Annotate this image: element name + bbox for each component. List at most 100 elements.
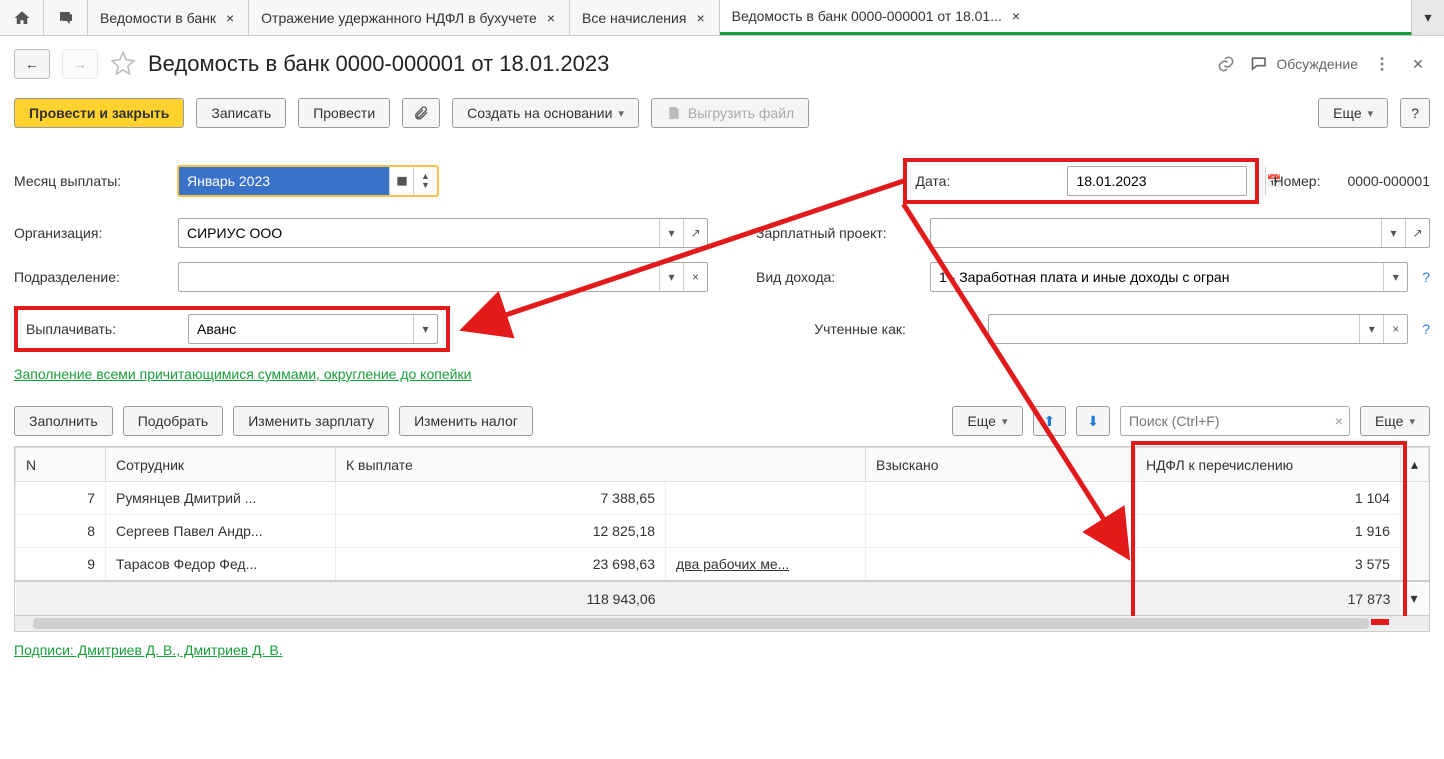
chevron-down-icon: ▾ — [618, 107, 624, 120]
table-row[interactable]: 8 Сергеев Павел Андр... 12 825,18 1 916 — [16, 515, 1429, 548]
more-button[interactable]: Еще▾ — [1318, 98, 1388, 128]
signatures-link[interactable]: Подписи: Дмитриев Д. В., Дмитриев Д. В. — [14, 642, 283, 658]
search-box[interactable]: × — [1120, 406, 1350, 436]
table-row[interactable]: 7 Румянцев Дмитрий ... 7 388,65 1 104 — [16, 482, 1429, 515]
date-input[interactable] — [1068, 167, 1265, 195]
tab-vedomosti[interactable]: Ведомости в банк × — [88, 0, 249, 35]
pay-field[interactable]: ▾ — [188, 314, 438, 344]
tab-label: Отражение удержанного НДФЛ в бухучете — [261, 10, 537, 26]
scrollbar-thumb[interactable] — [33, 618, 1369, 629]
chevron-down-icon[interactable]: ▾ — [1359, 315, 1383, 343]
chevron-down-icon[interactable]: ▾ — [413, 315, 437, 343]
division-input[interactable] — [179, 263, 659, 291]
pay-highlight: Выплачивать: ▾ — [14, 306, 450, 352]
scroll-track[interactable] — [1400, 482, 1428, 582]
col-ndfl[interactable]: НДФЛ к перечислению — [1136, 448, 1401, 482]
nav-forward-button: → — [62, 49, 98, 79]
chevron-down-icon[interactable]: ▾ — [1381, 219, 1405, 247]
discuss-button[interactable]: Обсуждение — [1250, 54, 1358, 74]
calendar-icon[interactable] — [389, 167, 413, 195]
chevron-down-icon: ▾ — [1409, 415, 1415, 428]
table-row[interactable]: 9 Тарасов Федор Фед... 23 698,63 два раб… — [16, 548, 1429, 582]
month-stepper[interactable]: ▲▼ — [413, 167, 437, 195]
salary-project-input[interactable] — [931, 219, 1381, 247]
post-button[interactable]: Провести — [298, 98, 390, 128]
pick-button[interactable]: Подобрать — [123, 406, 224, 436]
open-icon[interactable]: ↗ — [683, 219, 707, 247]
close-icon[interactable]: × — [694, 10, 706, 26]
tab-label: Все начисления — [582, 10, 686, 26]
table-more-button-right[interactable]: Еще▾ — [1360, 406, 1430, 436]
attach-button[interactable] — [402, 98, 440, 128]
income-type-label: Вид дохода: — [756, 269, 916, 285]
more-menu[interactable] — [1370, 52, 1394, 76]
chevron-down-icon: ▾ — [1368, 107, 1374, 120]
division-label: Подразделение: — [14, 269, 164, 285]
org-field[interactable]: ▾ ↗ — [178, 218, 708, 248]
scroll-up-button[interactable]: ▴ — [1400, 448, 1428, 482]
fill-note-link[interactable]: Заполнение всеми причитающимися суммами,… — [14, 366, 471, 382]
tab-ndfl[interactable]: Отражение удержанного НДФЛ в бухучете × — [249, 0, 570, 35]
recorded-as-input[interactable] — [989, 315, 1359, 343]
create-based-button[interactable]: Создать на основании▾ — [452, 98, 639, 128]
close-page-button[interactable]: ✕ — [1406, 52, 1430, 76]
recorded-as-field[interactable]: ▾ × — [988, 314, 1408, 344]
salary-project-field[interactable]: ▾ ↗ — [930, 218, 1430, 248]
tab-current[interactable]: Ведомость в банк 0000-000001 от 18.01...… — [720, 0, 1412, 35]
col-penalized[interactable]: Взыскано — [866, 448, 1136, 482]
tab-bar: Ведомости в банк × Отражение удержанного… — [0, 0, 1444, 36]
search-input[interactable] — [1127, 412, 1335, 430]
month-input[interactable] — [179, 167, 389, 195]
horizontal-scrollbar[interactable] — [14, 616, 1430, 632]
org-input[interactable] — [179, 219, 659, 247]
open-icon[interactable]: ↗ — [1405, 219, 1429, 247]
recorded-as-label: Учтенные как: — [814, 321, 974, 337]
chat-tab[interactable] — [44, 0, 88, 35]
fill-button[interactable]: Заполнить — [14, 406, 113, 436]
chevron-down-icon[interactable]: ▾ — [659, 263, 683, 291]
favorite-toggle[interactable] — [110, 50, 136, 79]
pay-input[interactable] — [189, 315, 413, 343]
chevron-down-icon[interactable]: ▾ — [659, 219, 683, 247]
division-field[interactable]: ▾ × — [178, 262, 708, 292]
tabs-dropdown[interactable]: ▾ — [1412, 0, 1444, 35]
date-field[interactable]: 📅 — [1067, 166, 1247, 196]
close-icon[interactable]: × — [545, 10, 557, 26]
month-field[interactable]: ▲▼ — [178, 166, 438, 196]
table-more-button-left[interactable]: Еще▾ — [952, 406, 1022, 436]
link-icon[interactable] — [1214, 52, 1238, 76]
edit-tax-button[interactable]: Изменить налог — [399, 406, 533, 436]
star-icon — [110, 50, 136, 76]
tab-label: Ведомости в банк — [100, 10, 216, 26]
scroll-down-button[interactable]: ▾ — [1400, 581, 1428, 615]
clear-icon[interactable]: × — [1383, 315, 1407, 343]
col-n[interactable]: N — [16, 448, 106, 482]
discuss-label: Обсуждение — [1276, 56, 1358, 72]
col-employee[interactable]: Сотрудник — [106, 448, 336, 482]
move-down-button[interactable]: ⬇ — [1076, 406, 1110, 436]
move-up-button[interactable]: ⬆ — [1033, 406, 1067, 436]
help-icon[interactable]: ? — [1422, 321, 1430, 337]
home-icon — [13, 9, 31, 27]
tab-charges[interactable]: Все начисления × — [570, 0, 720, 35]
clear-icon[interactable]: × — [683, 263, 707, 291]
chevron-down-icon[interactable]: ▾ — [1383, 263, 1407, 291]
month-label: Месяц выплаты: — [14, 173, 164, 189]
date-label: Дата: — [915, 173, 1055, 189]
nav-back-button[interactable]: ← — [14, 49, 50, 79]
tab-label: Ведомость в банк 0000-000001 от 18.01... — [732, 8, 1002, 24]
close-icon[interactable]: × — [1010, 8, 1022, 24]
write-button[interactable]: Записать — [196, 98, 286, 128]
edit-salary-button[interactable]: Изменить зарплату — [233, 406, 389, 436]
income-type-input[interactable] — [931, 263, 1383, 291]
help-button[interactable]: ? — [1400, 98, 1430, 128]
home-tab[interactable] — [0, 0, 44, 35]
clear-icon[interactable]: × — [1335, 413, 1343, 429]
close-icon[interactable]: × — [224, 10, 236, 26]
post-and-close-button[interactable]: Провести и закрыть — [14, 98, 184, 128]
speech-icon — [1250, 54, 1270, 74]
col-to-pay[interactable]: К выплате — [336, 448, 866, 482]
form: Месяц выплаты: ▲▼ Дата: 📅 Номер: 0000-00… — [0, 140, 1444, 400]
income-type-field[interactable]: ▾ — [930, 262, 1408, 292]
help-icon[interactable]: ? — [1422, 269, 1430, 285]
